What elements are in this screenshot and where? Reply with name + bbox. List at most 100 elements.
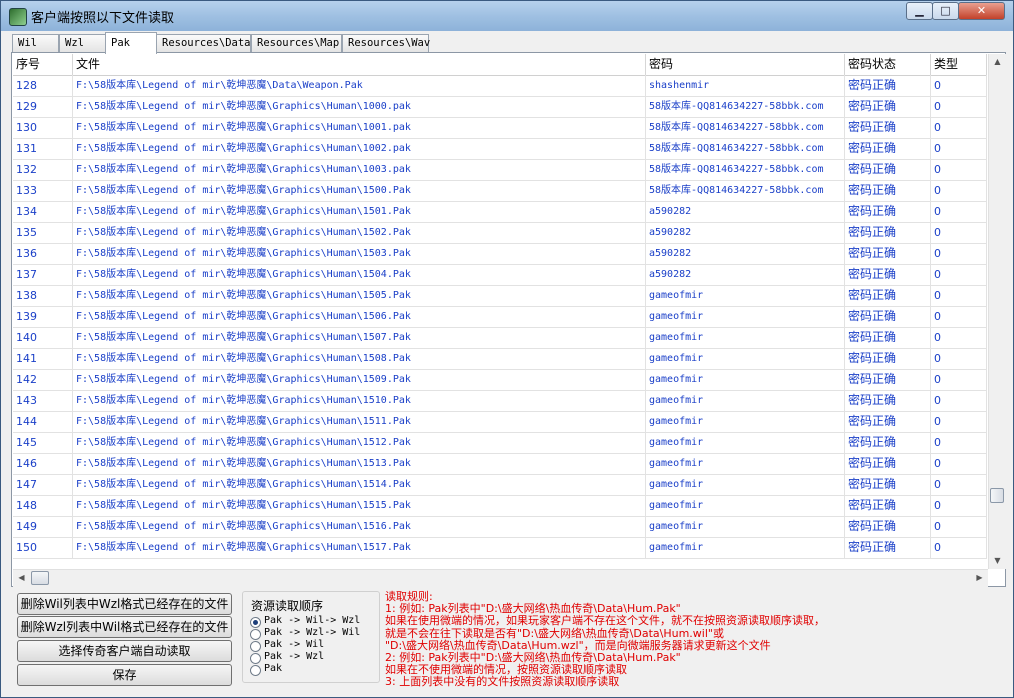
scroll-left-icon[interactable]: ◀ (13, 570, 30, 586)
table-row[interactable]: 148 F:\58版本库\Legend of mir\乾坤恶魔\Graphics\… (13, 495, 987, 517)
tab-wzl[interactable]: Wzl (59, 34, 106, 52)
row-password-status: 密码正确 (845, 432, 931, 453)
row-index: 144 (13, 411, 73, 432)
delete-wzl-duplicates-button[interactable]: 删除Wzl列表中Wil格式已经存在的文件 (17, 616, 232, 638)
row-file-path: F:\58版本库\Legend of mir\乾坤恶魔\Graphics\Hum… (73, 201, 646, 222)
table-row[interactable]: 130 F:\58版本库\Legend of mir\乾坤恶魔\Graphics\… (13, 117, 987, 139)
vertical-scroll-thumb[interactable] (990, 488, 1004, 503)
header-index[interactable]: 序号 (13, 54, 73, 75)
scroll-down-icon[interactable]: ▼ (989, 553, 1006, 569)
row-type: 0 (931, 411, 987, 432)
auto-read-client-button[interactable]: 选择传奇客户端自动读取 (17, 640, 232, 662)
read-order-option-label: Pak -> Wil-> Wzl (264, 615, 361, 626)
row-password: 58版本库-QQ814634227-58bbk.com (646, 159, 845, 180)
scroll-up-icon[interactable]: ▲ (989, 54, 1006, 70)
row-password-status: 密码正确 (845, 327, 931, 348)
horizontal-scroll-thumb[interactable] (31, 571, 49, 585)
table-row[interactable]: 150 F:\58版本库\Legend of mir\乾坤恶魔\Graphics\… (13, 537, 987, 559)
table-row[interactable]: 137 F:\58版本库\Legend of mir\乾坤恶魔\Graphics\… (13, 264, 987, 286)
row-password-status: 密码正确 (845, 117, 931, 138)
tab-resources-wav[interactable]: Resources\Wav (342, 34, 430, 52)
scroll-right-icon[interactable]: ▶ (971, 570, 988, 586)
row-file-path: F:\58版本库\Legend of mir\乾坤恶魔\Graphics\Hum… (73, 306, 646, 327)
header-type[interactable]: 类型 (931, 54, 987, 75)
title-bar[interactable]: 客户端按照以下文件读取 ▁ □ ✕ (1, 1, 1013, 31)
radio-icon[interactable] (250, 665, 261, 676)
read-order-option-label: Pak -> Wzl (264, 651, 325, 662)
tab-resources-data[interactable]: Resources\Data (156, 34, 251, 52)
file-grid[interactable]: 序号 文件 密码 密码状态 类型 128 F:\58版本库\Legend of m… (13, 54, 987, 569)
table-row[interactable]: 131 F:\58版本库\Legend of mir\乾坤恶魔\Graphics\… (13, 138, 987, 160)
row-password-status: 密码正确 (845, 264, 931, 285)
row-password: gameofmir (646, 348, 845, 369)
table-row[interactable]: 133 F:\58版本库\Legend of mir\乾坤恶魔\Graphics\… (13, 180, 987, 202)
tab-wil[interactable]: Wil (12, 34, 59, 52)
radio-icon[interactable] (250, 641, 261, 652)
row-type: 0 (931, 390, 987, 411)
row-index: 139 (13, 306, 73, 327)
row-password-status: 密码正确 (845, 96, 931, 117)
table-row[interactable]: 149 F:\58版本库\Legend of mir\乾坤恶魔\Graphics\… (13, 516, 987, 538)
row-index: 135 (13, 222, 73, 243)
radio-selected-icon[interactable] (250, 617, 261, 628)
table-row[interactable]: 146 F:\58版本库\Legend of mir\乾坤恶魔\Graphics\… (13, 453, 987, 475)
row-file-path: F:\58版本库\Legend of mir\乾坤恶魔\Graphics\Hum… (73, 138, 646, 159)
row-file-path: F:\58版本库\Legend of mir\乾坤恶魔\Graphics\Hum… (73, 222, 646, 243)
row-index: 129 (13, 96, 73, 117)
row-index: 150 (13, 537, 73, 558)
row-type: 0 (931, 201, 987, 222)
table-row[interactable]: 140 F:\58版本库\Legend of mir\乾坤恶魔\Graphics\… (13, 327, 987, 349)
maximize-button[interactable]: □ (932, 2, 959, 20)
row-type: 0 (931, 243, 987, 264)
tab-pak[interactable]: Pak (105, 32, 157, 54)
row-password: gameofmir (646, 327, 845, 348)
table-row[interactable]: 142 F:\58版本库\Legend of mir\乾坤恶魔\Graphics\… (13, 369, 987, 391)
table-row[interactable]: 136 F:\58版本库\Legend of mir\乾坤恶魔\Graphics\… (13, 243, 987, 265)
row-password: 58版本库-QQ814634227-58bbk.com (646, 117, 845, 138)
row-password-status: 密码正确 (845, 411, 931, 432)
row-type: 0 (931, 306, 987, 327)
row-password-status: 密码正确 (845, 495, 931, 516)
row-file-path: F:\58版本库\Legend of mir\乾坤恶魔\Graphics\Hum… (73, 453, 646, 474)
row-password: gameofmir (646, 306, 845, 327)
row-password-status: 密码正确 (845, 285, 931, 306)
row-file-path: F:\58版本库\Legend of mir\乾坤恶魔\Graphics\Hum… (73, 474, 646, 495)
row-type: 0 (931, 495, 987, 516)
row-index: 140 (13, 327, 73, 348)
row-type: 0 (931, 117, 987, 138)
read-order-title: 资源读取顺序 (249, 597, 326, 614)
minimize-button[interactable]: ▁ (906, 2, 933, 20)
table-row[interactable]: 139 F:\58版本库\Legend of mir\乾坤恶魔\Graphics\… (13, 306, 987, 328)
table-row[interactable]: 141 F:\58版本库\Legend of mir\乾坤恶魔\Graphics\… (13, 348, 987, 370)
delete-wil-duplicates-button[interactable]: 删除Wil列表中Wzl格式已经存在的文件 (17, 593, 232, 615)
row-type: 0 (931, 180, 987, 201)
header-file[interactable]: 文件 (73, 54, 646, 75)
table-row[interactable]: 145 F:\58版本库\Legend of mir\乾坤恶魔\Graphics\… (13, 432, 987, 454)
close-button[interactable]: ✕ (958, 2, 1005, 20)
header-password-status[interactable]: 密码状态 (845, 54, 931, 75)
table-row[interactable]: 128 F:\58版本库\Legend of mir\乾坤恶魔\Data\Weap… (13, 75, 987, 97)
table-row[interactable]: 129 F:\58版本库\Legend of mir\乾坤恶魔\Graphics\… (13, 96, 987, 118)
row-file-path: F:\58版本库\Legend of mir\乾坤恶魔\Graphics\Hum… (73, 264, 646, 285)
radio-icon[interactable] (250, 653, 261, 664)
header-password[interactable]: 密码 (646, 54, 845, 75)
table-row[interactable]: 144 F:\58版本库\Legend of mir\乾坤恶魔\Graphics\… (13, 411, 987, 433)
table-row[interactable]: 143 F:\58版本库\Legend of mir\乾坤恶魔\Graphics\… (13, 390, 987, 412)
table-row[interactable]: 138 F:\58版本库\Legend of mir\乾坤恶魔\Graphics\… (13, 285, 987, 307)
vertical-scrollbar[interactable]: ▲ ▼ (988, 54, 1006, 569)
tab-resources-map[interactable]: Resources\Map (251, 34, 342, 52)
save-button[interactable]: 保存 (17, 664, 232, 686)
read-order-option-label: Pak (264, 663, 283, 674)
radio-icon[interactable] (250, 629, 261, 640)
row-index: 141 (13, 348, 73, 369)
row-index: 143 (13, 390, 73, 411)
table-row[interactable]: 147 F:\58版本库\Legend of mir\乾坤恶魔\Graphics\… (13, 474, 987, 496)
row-type: 0 (931, 369, 987, 390)
table-row[interactable]: 135 F:\58版本库\Legend of mir\乾坤恶魔\Graphics\… (13, 222, 987, 244)
table-row[interactable]: 134 F:\58版本库\Legend of mir\乾坤恶魔\Graphics\… (13, 201, 987, 223)
row-file-path: F:\58版本库\Legend of mir\乾坤恶魔\Graphics\Hum… (73, 411, 646, 432)
row-password: shashenmir (646, 75, 845, 96)
horizontal-scrollbar[interactable]: ◀ ▶ (13, 569, 988, 587)
row-index: 147 (13, 474, 73, 495)
table-row[interactable]: 132 F:\58版本库\Legend of mir\乾坤恶魔\Graphics\… (13, 159, 987, 181)
